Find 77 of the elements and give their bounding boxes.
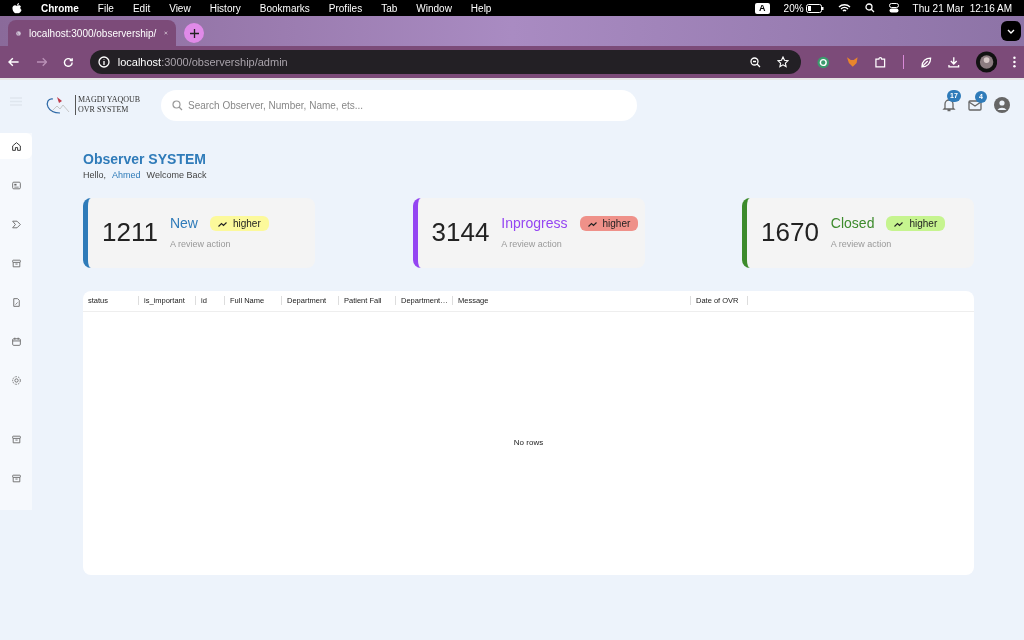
menu-item[interactable]: History: [209, 0, 241, 16]
welcome-text: Welcome Back: [146, 169, 207, 182]
logo-subtitle: OVR SYSTEM: [78, 105, 130, 115]
back-icon[interactable]: [8, 57, 20, 67]
new-tab-button[interactable]: [184, 23, 204, 43]
clock-time[interactable]: 12:16 AM: [969, 0, 1012, 16]
menu-item[interactable]: Tab: [381, 0, 398, 16]
stat-count: 3144: [431, 216, 490, 249]
user-name: Ahmed: [112, 169, 141, 182]
stat-count: 1211: [102, 216, 158, 249]
mail-icon[interactable]: [968, 99, 982, 111]
battery-icon[interactable]: [805, 3, 824, 13]
puzzle-icon[interactable]: [874, 55, 887, 69]
search-field[interactable]: Search Observer, Number, Name, ets...: [161, 89, 637, 121]
app-menu[interactable]: Chrome: [41, 0, 79, 16]
search-icon[interactable]: [864, 3, 875, 13]
settings-icon: [10, 374, 22, 386]
reload-icon[interactable]: [63, 56, 74, 68]
calendar-icon: [10, 335, 22, 347]
trend-up-icon: [894, 220, 904, 227]
stat-label: Closed: [830, 214, 875, 234]
menu-item[interactable]: File: [97, 0, 114, 16]
trend-up-icon: [587, 220, 597, 227]
trend-badge: higher: [209, 216, 269, 232]
stat-label: New: [169, 214, 198, 234]
zoom-icon[interactable]: [750, 56, 762, 68]
control-center-icon[interactable]: [888, 3, 899, 13]
download-icon[interactable]: [948, 56, 960, 68]
more-icon[interactable]: [1013, 56, 1017, 68]
menu-item[interactable]: Bookmarks: [259, 0, 310, 16]
info-icon: [97, 56, 110, 68]
stat-label: Inprogress: [501, 214, 568, 234]
apple-icon[interactable]: [12, 2, 22, 14]
clock-date[interactable]: Thu 21 Mar: [912, 0, 964, 16]
battery-percentage: 20%: [783, 1, 804, 16]
tab-title: localhost:3000/observership/: [29, 26, 157, 41]
page-title: Observer SYSTEM: [83, 151, 207, 167]
input-source-badge[interactable]: A: [755, 2, 770, 14]
stat-caption: A review action: [169, 238, 232, 252]
trend-badge: higher: [886, 216, 946, 232]
greeting-text: Hello,: [83, 169, 106, 182]
plus-icon: [189, 28, 199, 38]
sidebar-item[interactable]: [0, 133, 32, 159]
trend-up-icon: [217, 220, 227, 227]
archive-icon: [10, 257, 22, 269]
browser-tab[interactable]: localhost:3000/observership/: [8, 20, 176, 46]
tab-search-button[interactable]: [1001, 21, 1021, 41]
chevron-down-icon: [1007, 28, 1015, 34]
newspaper-icon: [10, 179, 22, 191]
document-icon: [10, 296, 22, 308]
menu-item[interactable]: View: [169, 0, 191, 16]
logo-icon: [45, 96, 71, 114]
leaf-icon[interactable]: [919, 55, 933, 69]
menu-item[interactable]: Edit: [132, 0, 151, 16]
url-text: localhost:3000/observership/admin: [117, 54, 288, 70]
menu-item[interactable]: Profiles: [328, 0, 363, 16]
archive-icon: [10, 472, 22, 484]
logo-title: MAGDI YAQOUB: [78, 95, 141, 105]
star-icon[interactable]: [777, 56, 790, 68]
archive-icon: [10, 433, 22, 445]
search-icon: [172, 99, 183, 111]
extension-icon[interactable]: [817, 55, 830, 69]
profile-avatar[interactable]: [975, 51, 998, 73]
stat-count: 1670: [761, 216, 819, 249]
menu-item[interactable]: Window: [416, 0, 452, 16]
menu-item[interactable]: Help: [470, 0, 492, 16]
address-bar[interactable]: localhost:3000/observership/admin: [89, 50, 802, 74]
wifi-icon[interactable]: [837, 3, 851, 13]
tag-icon: [10, 218, 22, 230]
stat-caption: A review action: [501, 238, 563, 252]
user-avatar-icon[interactable]: [994, 97, 1010, 113]
fox-icon[interactable]: [845, 56, 859, 68]
home-icon: [10, 140, 22, 152]
empty-message: No rows: [513, 437, 544, 449]
stat-caption: A review action: [830, 238, 893, 252]
trend-badge: higher: [579, 216, 639, 232]
bell-icon[interactable]: [942, 98, 956, 112]
